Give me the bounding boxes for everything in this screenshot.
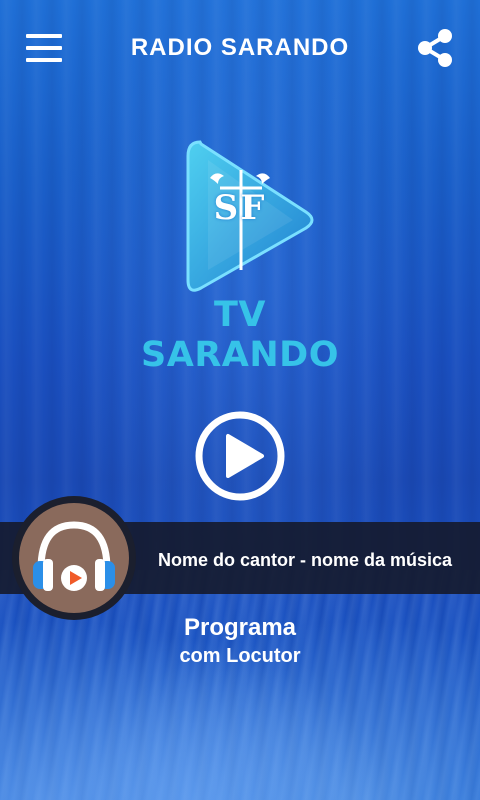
headphones-icon [33,521,115,591]
play-icon [195,411,285,501]
app-title: RADIO SARANDO [130,34,350,61]
album-art-frame [12,496,136,620]
top-bar: RADIO SARANDO [0,0,480,96]
app-screen: RADIO SARANDO SF TV SARANDO Nome do cant… [0,0,480,800]
album-art [19,503,129,613]
now-playing-text: Nome do cantor - nome da música [158,550,453,570]
logo-monogram: SF [213,188,267,228]
program-host: com Locutor [179,645,301,667]
hamburger-menu-icon[interactable] [26,32,64,66]
logo-brand-text: TV SARANDO [141,295,339,375]
play-button[interactable] [194,410,286,502]
share-icon[interactable] [416,28,454,68]
program-title: Programa [183,614,297,641]
background-texture [0,0,480,800]
